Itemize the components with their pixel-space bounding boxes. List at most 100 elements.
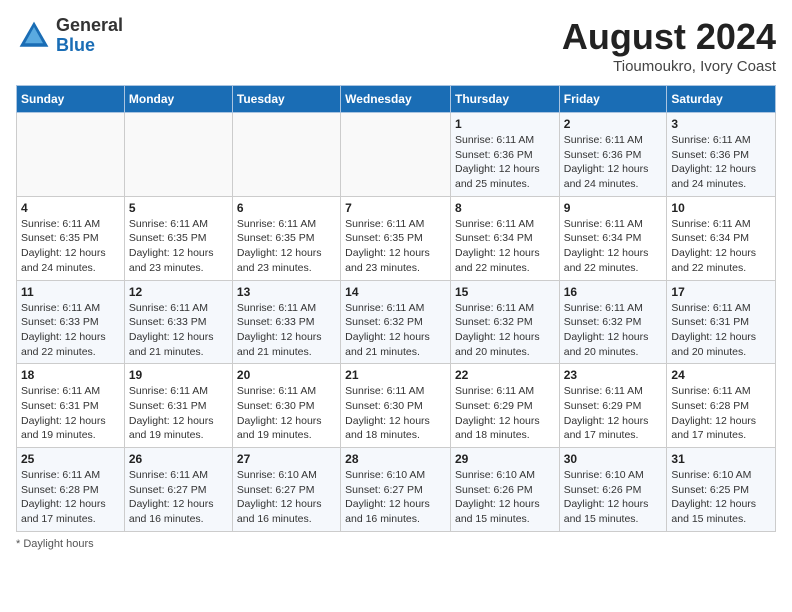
calendar-cell: 6 Sunrise: 6:11 AM Sunset: 6:35 PM Daylig…	[232, 196, 340, 280]
calendar-cell: 26 Sunrise: 6:11 AM Sunset: 6:27 PM Dayli…	[124, 448, 232, 532]
calendar-week-row: 18Sunrise: 6:11 AM Sunset: 6:31 PM Dayli…	[17, 364, 776, 448]
calendar-week-row: 11 Sunrise: 6:11 AM Sunset: 6:33 PM Dayli…	[17, 280, 776, 364]
day-info: Sunrise: 6:11 AM Sunset: 6:34 PM Dayligh…	[455, 217, 555, 276]
day-number: 4	[21, 201, 120, 215]
day-info: Sunrise: 6:11 AM Sunset: 6:36 PM Dayligh…	[671, 133, 771, 192]
day-number: 2	[564, 117, 663, 131]
location: Tioumoukro, Ivory Coast	[562, 58, 776, 75]
logo-general: General	[56, 15, 123, 35]
day-number: 12	[129, 285, 228, 299]
calendar-cell: 1 Sunrise: 6:11 AM Sunset: 6:36 PM Daylig…	[450, 113, 559, 197]
day-number: 11	[21, 285, 120, 299]
day-info: Sunrise: 6:10 AM Sunset: 6:27 PM Dayligh…	[237, 468, 336, 527]
calendar-cell	[17, 113, 125, 197]
calendar-cell: 15 Sunrise: 6:11 AM Sunset: 6:32 PM Dayli…	[450, 280, 559, 364]
col-header-tuesday: Tuesday	[232, 86, 340, 113]
day-number: 20	[237, 368, 336, 382]
day-number: 16	[564, 285, 663, 299]
day-info: Sunrise: 6:11 AM Sunset: 6:31 PM Dayligh…	[21, 384, 120, 443]
daylight-note: Daylight hours	[23, 538, 93, 550]
calendar-header-row: SundayMondayTuesdayWednesdayThursdayFrid…	[17, 86, 776, 113]
day-number: 29	[455, 452, 555, 466]
calendar-cell: 21 Sunrise: 6:11 AM Sunset: 6:30 PM Dayli…	[341, 364, 451, 448]
calendar-week-row: 4 Sunrise: 6:11 AM Sunset: 6:35 PM Daylig…	[17, 196, 776, 280]
day-number: 30	[564, 452, 663, 466]
day-info: Sunrise: 6:11 AM Sunset: 6:30 PM Dayligh…	[345, 384, 446, 443]
day-info: Sunrise: 6:11 AM Sunset: 6:33 PM Dayligh…	[237, 301, 336, 360]
day-number: 15	[455, 285, 555, 299]
day-info: Sunrise: 6:10 AM Sunset: 6:25 PM Dayligh…	[671, 468, 771, 527]
day-info: Sunrise: 6:11 AM Sunset: 6:28 PM Dayligh…	[21, 468, 120, 527]
day-info: Sunrise: 6:10 AM Sunset: 6:27 PM Dayligh…	[345, 468, 446, 527]
calendar-cell: 10 Sunrise: 6:11 AM Sunset: 6:34 PM Dayli…	[667, 196, 776, 280]
calendar-cell: 19 Sunrise: 6:11 AM Sunset: 6:31 PM Dayli…	[124, 364, 232, 448]
day-info: Sunrise: 6:11 AM Sunset: 6:34 PM Dayligh…	[671, 217, 771, 276]
day-number: 14	[345, 285, 446, 299]
day-number: 31	[671, 452, 771, 466]
day-info: Sunrise: 6:11 AM Sunset: 6:35 PM Dayligh…	[21, 217, 120, 276]
calendar-cell	[124, 113, 232, 197]
day-info: Sunrise: 6:11 AM Sunset: 6:32 PM Dayligh…	[564, 301, 663, 360]
day-number: 13	[237, 285, 336, 299]
col-header-wednesday: Wednesday	[341, 86, 451, 113]
footer-note: * Daylight hours	[16, 538, 776, 550]
day-info: Sunrise: 6:11 AM Sunset: 6:33 PM Dayligh…	[129, 301, 228, 360]
calendar-cell: 28Sunrise: 6:10 AM Sunset: 6:27 PM Dayli…	[341, 448, 451, 532]
title-area: August 2024 Tioumoukro, Ivory Coast	[562, 16, 776, 75]
logo-blue: Blue	[56, 35, 95, 55]
day-number: 3	[671, 117, 771, 131]
day-number: 26	[129, 452, 228, 466]
calendar-cell: 13 Sunrise: 6:11 AM Sunset: 6:33 PM Dayli…	[232, 280, 340, 364]
calendar-cell: 22Sunrise: 6:11 AM Sunset: 6:29 PM Dayli…	[450, 364, 559, 448]
day-number: 21	[345, 368, 446, 382]
calendar-cell: 31 Sunrise: 6:10 AM Sunset: 6:25 PM Dayli…	[667, 448, 776, 532]
day-info: Sunrise: 6:11 AM Sunset: 6:31 PM Dayligh…	[129, 384, 228, 443]
day-info: Sunrise: 6:11 AM Sunset: 6:28 PM Dayligh…	[671, 384, 771, 443]
day-info: Sunrise: 6:11 AM Sunset: 6:29 PM Dayligh…	[455, 384, 555, 443]
day-info: Sunrise: 6:11 AM Sunset: 6:36 PM Dayligh…	[455, 133, 555, 192]
calendar-cell: 14 Sunrise: 6:11 AM Sunset: 6:32 PM Dayli…	[341, 280, 451, 364]
day-number: 23	[564, 368, 663, 382]
day-info: Sunrise: 6:11 AM Sunset: 6:33 PM Dayligh…	[21, 301, 120, 360]
day-info: Sunrise: 6:11 AM Sunset: 6:35 PM Dayligh…	[345, 217, 446, 276]
day-info: Sunrise: 6:11 AM Sunset: 6:35 PM Dayligh…	[237, 217, 336, 276]
day-number: 6	[237, 201, 336, 215]
calendar-cell: 12 Sunrise: 6:11 AM Sunset: 6:33 PM Dayli…	[124, 280, 232, 364]
col-header-friday: Friday	[559, 86, 667, 113]
day-number: 10	[671, 201, 771, 215]
col-header-saturday: Saturday	[667, 86, 776, 113]
calendar-cell: 20Sunrise: 6:11 AM Sunset: 6:30 PM Dayli…	[232, 364, 340, 448]
day-info: Sunrise: 6:10 AM Sunset: 6:26 PM Dayligh…	[564, 468, 663, 527]
calendar-table: SundayMondayTuesdayWednesdayThursdayFrid…	[16, 85, 776, 532]
calendar-cell	[341, 113, 451, 197]
calendar-cell: 29 Sunrise: 6:10 AM Sunset: 6:26 PM Dayli…	[450, 448, 559, 532]
calendar-cell: 8 Sunrise: 6:11 AM Sunset: 6:34 PM Daylig…	[450, 196, 559, 280]
day-number: 19	[129, 368, 228, 382]
calendar-cell: 4 Sunrise: 6:11 AM Sunset: 6:35 PM Daylig…	[17, 196, 125, 280]
header: General Blue August 2024 Tioumoukro, Ivo…	[16, 16, 776, 75]
col-header-sunday: Sunday	[17, 86, 125, 113]
day-number: 27	[237, 452, 336, 466]
day-info: Sunrise: 6:11 AM Sunset: 6:32 PM Dayligh…	[345, 301, 446, 360]
calendar-week-row: 1 Sunrise: 6:11 AM Sunset: 6:36 PM Daylig…	[17, 113, 776, 197]
calendar-cell: 27 Sunrise: 6:10 AM Sunset: 6:27 PM Dayli…	[232, 448, 340, 532]
calendar-cell: 24 Sunrise: 6:11 AM Sunset: 6:28 PM Dayli…	[667, 364, 776, 448]
col-header-monday: Monday	[124, 86, 232, 113]
day-number: 1	[455, 117, 555, 131]
day-number: 24	[671, 368, 771, 382]
day-info: Sunrise: 6:10 AM Sunset: 6:26 PM Dayligh…	[455, 468, 555, 527]
day-number: 5	[129, 201, 228, 215]
calendar-cell: 23Sunrise: 6:11 AM Sunset: 6:29 PM Dayli…	[559, 364, 667, 448]
calendar-cell: 11 Sunrise: 6:11 AM Sunset: 6:33 PM Dayli…	[17, 280, 125, 364]
calendar-cell: 3 Sunrise: 6:11 AM Sunset: 6:36 PM Daylig…	[667, 113, 776, 197]
day-info: Sunrise: 6:11 AM Sunset: 6:27 PM Dayligh…	[129, 468, 228, 527]
day-number: 8	[455, 201, 555, 215]
calendar-cell: 18Sunrise: 6:11 AM Sunset: 6:31 PM Dayli…	[17, 364, 125, 448]
day-number: 9	[564, 201, 663, 215]
calendar-cell: 17Sunrise: 6:11 AM Sunset: 6:31 PM Dayli…	[667, 280, 776, 364]
day-number: 25	[21, 452, 120, 466]
col-header-thursday: Thursday	[450, 86, 559, 113]
calendar-week-row: 25 Sunrise: 6:11 AM Sunset: 6:28 PM Dayli…	[17, 448, 776, 532]
calendar-cell: 16 Sunrise: 6:11 AM Sunset: 6:32 PM Dayli…	[559, 280, 667, 364]
day-info: Sunrise: 6:11 AM Sunset: 6:32 PM Dayligh…	[455, 301, 555, 360]
